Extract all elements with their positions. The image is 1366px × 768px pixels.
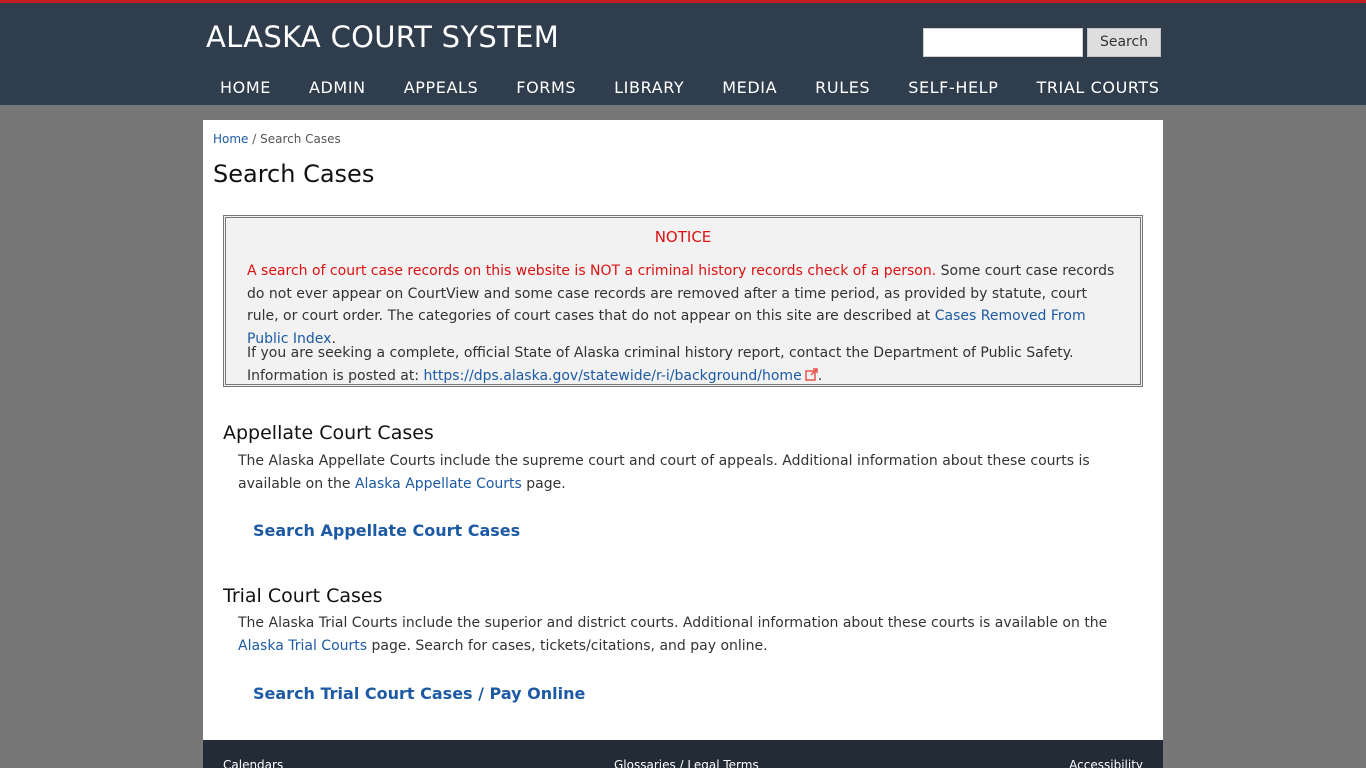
notice-warning-text: A search of court case records on this w… [247,263,937,279]
breadcrumb: Home / Search Cases [213,132,341,146]
search-trial-cases-link[interactable]: Search Trial Court Cases / Pay Online [253,684,585,703]
alaska-trial-courts-link[interactable]: Alaska Trial Courts [238,638,367,654]
breadcrumb-home-link[interactable]: Home [213,132,248,146]
notice-p2-end: . [817,367,823,384]
notice-box: NOTICE A search of court case records on… [223,215,1143,387]
breadcrumb-separator: / [248,132,261,146]
appellate-text-end: page. [521,475,566,492]
nav-item-library[interactable]: LIBRARY [595,75,703,103]
nav-item-media[interactable]: MEDIA [703,75,796,103]
main-nav: HOME ADMIN APPEALS FORMS LIBRARY MEDIA R… [201,75,1179,103]
nav-item-admin[interactable]: ADMIN [290,75,385,103]
nav-item-home[interactable]: HOME [201,75,290,103]
nav-item-rules[interactable]: RULES [796,75,889,103]
dps-background-link[interactable]: https://dps.alaska.gov/statewide/r-i/bac… [424,368,802,384]
trial-description: The Alaska Trial Courts include the supe… [238,612,1143,657]
appellate-description: The Alaska Appellate Courts include the … [238,450,1143,495]
site-footer: Calendars Glossaries / Legal Terms Acces… [203,740,1163,768]
search-appellate-cases-link[interactable]: Search Appellate Court Cases [253,521,520,540]
trial-text-end: page. Search for cases, tickets/citation… [367,637,768,654]
nav-item-forms[interactable]: FORMS [497,75,595,103]
main-content: Home / Search Cases Search Cases NOTICE … [203,120,1163,740]
notice-paragraph-2: If you are seeking a complete, official … [247,342,1117,387]
notice-heading: NOTICE [654,228,712,246]
breadcrumb-current: Search Cases [260,132,341,146]
trial-text: The Alaska Trial Courts include the supe… [238,615,1108,631]
nav-item-trial-courts[interactable]: TRIAL COURTS [1017,75,1178,103]
search-button[interactable]: Search [1087,28,1161,57]
footer-calendars-link[interactable]: Calendars [223,758,283,768]
footer-accessibility-link[interactable]: Accessibility [1069,758,1143,768]
page-title: Search Cases [213,160,375,188]
trial-section-title: Trial Court Cases [223,585,383,607]
nav-item-appeals[interactable]: APPEALS [385,75,498,103]
footer-glossaries-link[interactable]: Glossaries / Legal Terms [614,758,759,768]
nav-item-self-help[interactable]: SELF-HELP [889,75,1017,103]
notice-paragraph-1: A search of court case records on this w… [247,260,1117,350]
site-header: ALASKA COURT SYSTEM Search HOME ADMIN AP… [0,0,1366,105]
external-link-icon [804,366,818,381]
search-input[interactable] [923,28,1083,57]
site-title-link[interactable]: ALASKA COURT SYSTEM [206,20,559,54]
alaska-appellate-courts-link[interactable]: Alaska Appellate Courts [355,476,522,492]
appellate-section-title: Appellate Court Cases [223,422,434,444]
